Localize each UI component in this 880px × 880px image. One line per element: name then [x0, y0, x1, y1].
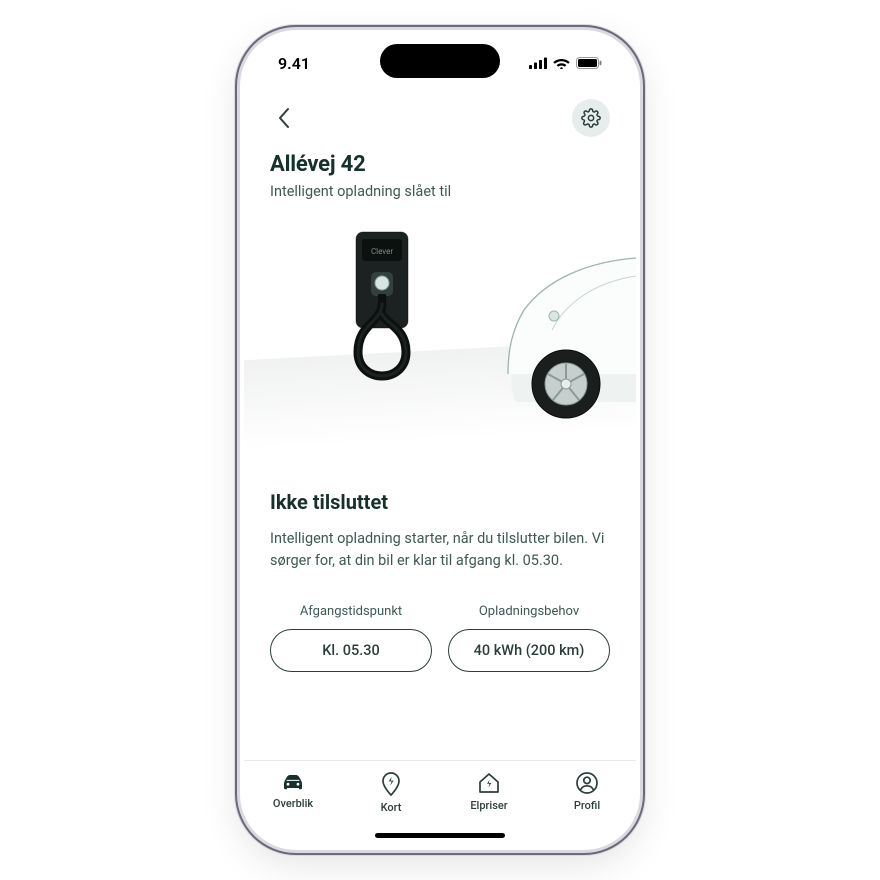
wall-charger-icon: Clever [336, 228, 428, 416]
status-icons [529, 57, 602, 69]
battery-icon [576, 57, 602, 69]
tab-label: Profil [574, 799, 600, 812]
header-row [270, 96, 610, 140]
gear-icon [581, 108, 601, 128]
charger-illustration: Clever [270, 228, 610, 456]
tab-overblik[interactable]: Overblik [258, 771, 328, 846]
settings-button[interactable] [572, 99, 610, 137]
cellular-icon [529, 57, 547, 69]
person-circle-icon [575, 771, 599, 795]
wifi-icon [553, 57, 570, 69]
back-button[interactable] [270, 104, 298, 132]
connection-status-description: Intelligent opladning starter, når du ti… [270, 528, 610, 572]
charging-need-setting: Opladningsbehov 40 kWh (200 km) [448, 604, 610, 672]
status-time: 9.41 [278, 54, 310, 73]
car-icon [279, 771, 307, 793]
setting-label: Opladningsbehov [448, 604, 610, 619]
setting-label: Afgangstidspunkt [270, 604, 432, 619]
car-illustration [426, 234, 636, 444]
tab-label: Kort [381, 801, 402, 814]
settings-row: Afgangstidspunkt Kl. 05.30 Opladningsbeh… [270, 604, 610, 672]
tab-label: Overblik [273, 797, 313, 810]
pin-bolt-icon [379, 771, 403, 797]
charger-brand-label: Clever [371, 247, 393, 256]
dynamic-island [380, 44, 500, 78]
chevron-left-icon [277, 107, 291, 129]
tab-profil[interactable]: Profil [552, 771, 622, 846]
home-indicator[interactable] [375, 833, 505, 838]
page-subtitle: Intelligent opladning slået til [270, 183, 610, 200]
phone-frame: 9.41 Allévej 42 Intelligent opladning sl… [240, 30, 640, 850]
page-title: Allévej 42 [270, 152, 610, 177]
content: Allévej 42 Intelligent opladning slået t… [244, 92, 636, 760]
screen: 9.41 Allévej 42 Intelligent opladning sl… [244, 34, 636, 846]
charging-need-button[interactable]: 40 kWh (200 km) [448, 629, 610, 672]
departure-time-button[interactable]: Kl. 05.30 [270, 629, 432, 672]
tab-label: Elpriser [470, 799, 507, 812]
departure-time-setting: Afgangstidspunkt Kl. 05.30 [270, 604, 432, 672]
house-bolt-icon [476, 771, 502, 795]
